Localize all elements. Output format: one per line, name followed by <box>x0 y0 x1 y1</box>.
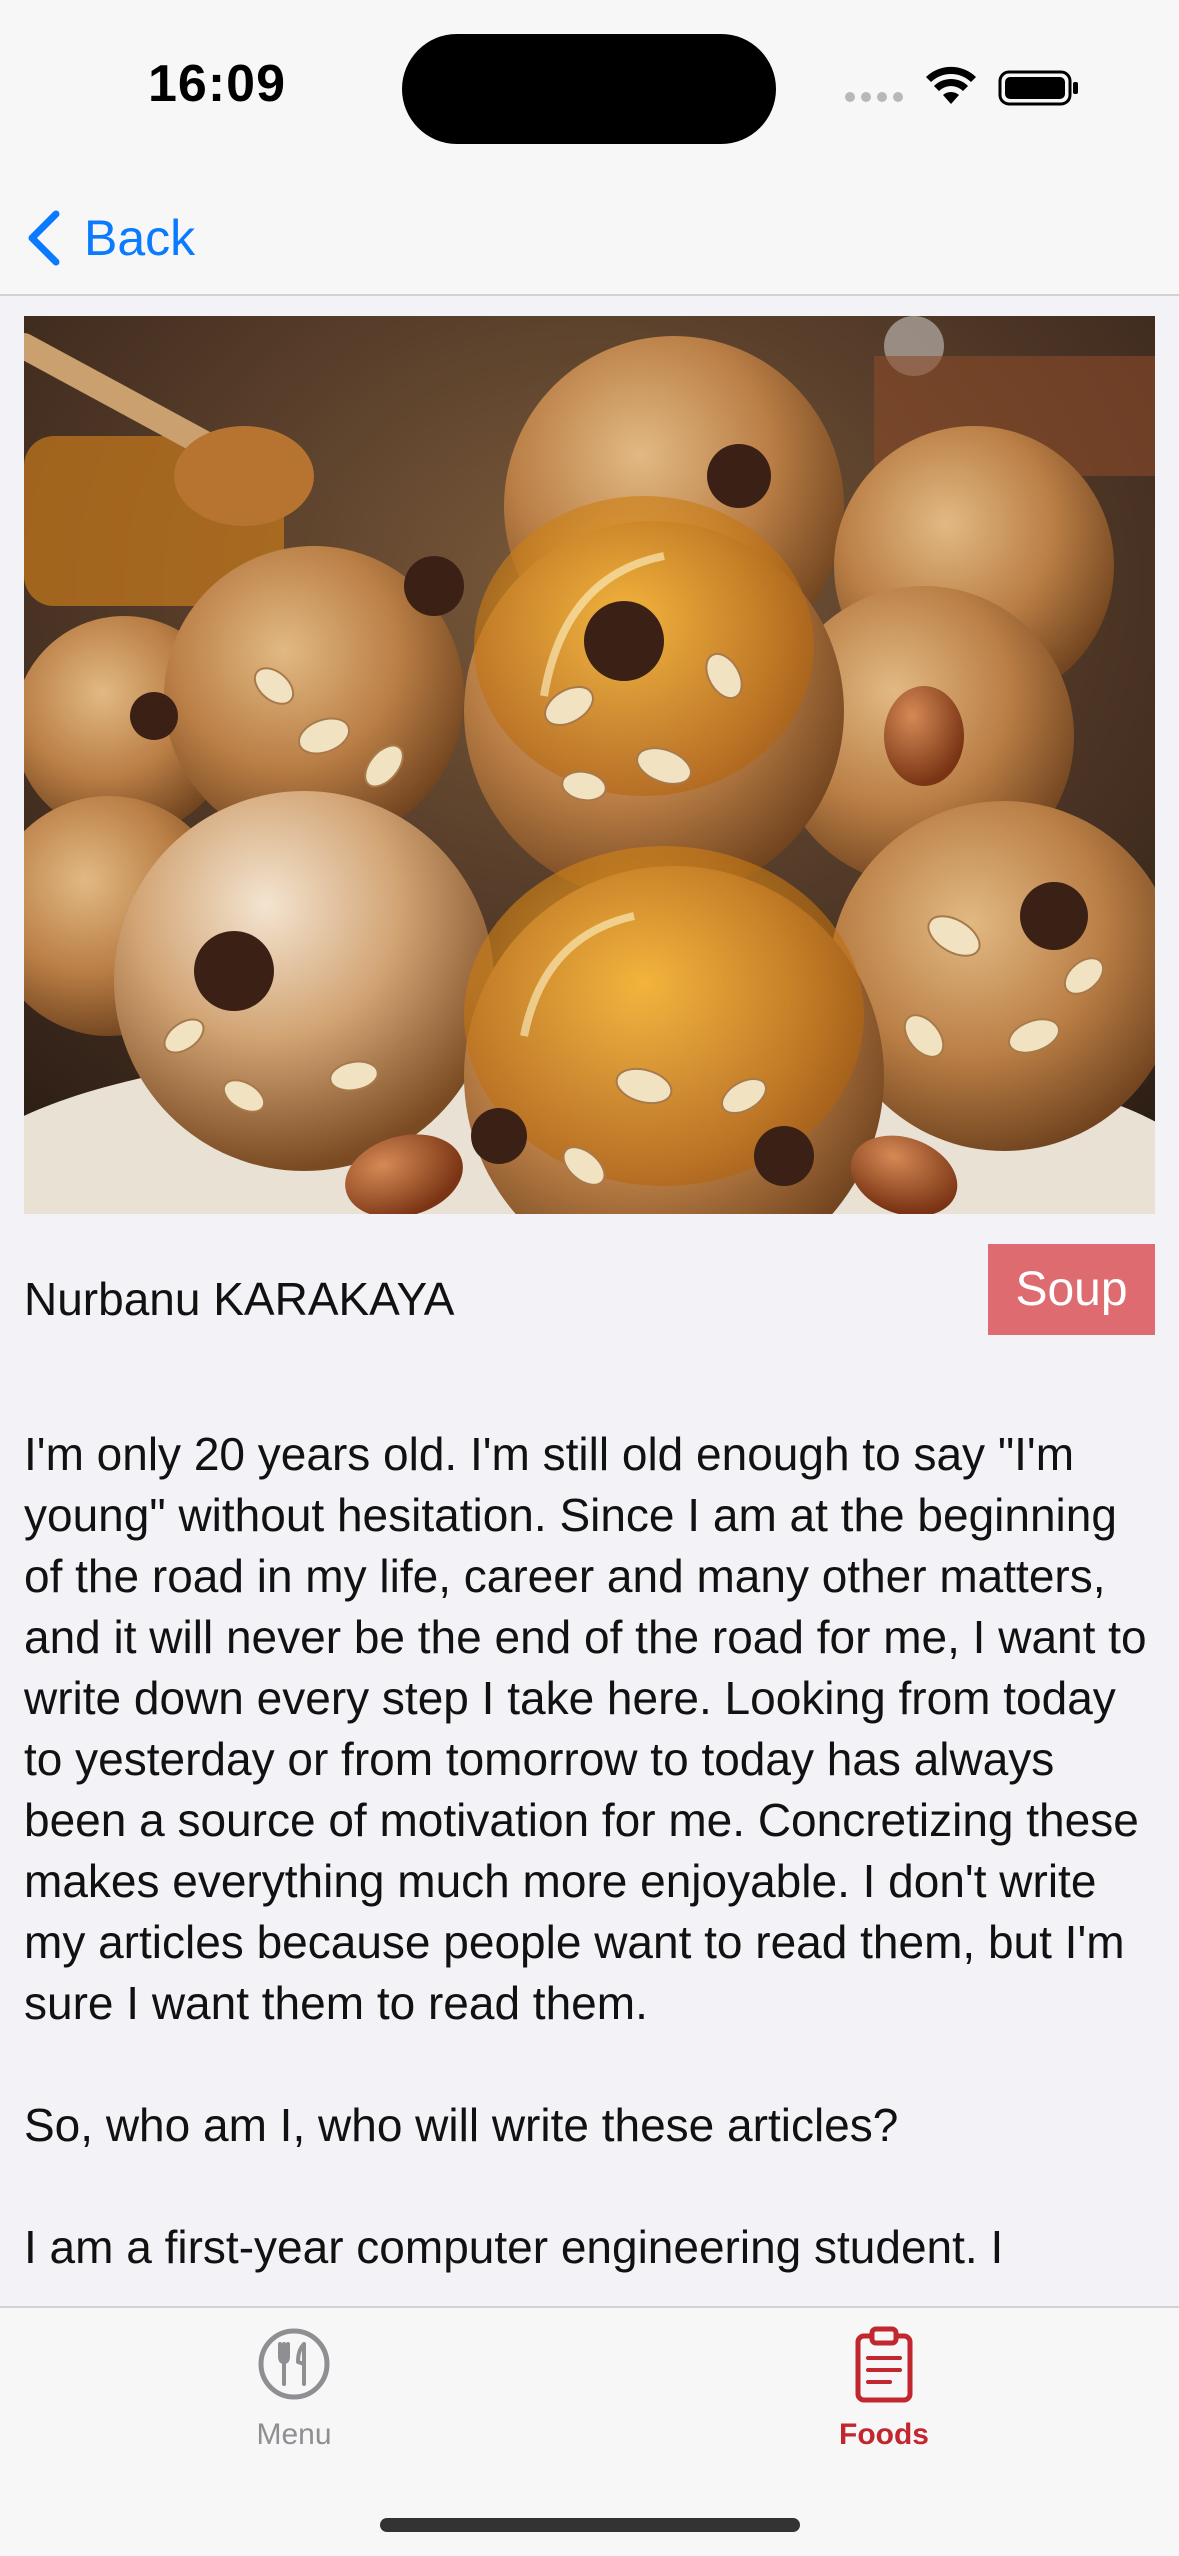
article-paragraph: So, who am I, who will write these artic… <box>24 2099 899 2151</box>
tab-menu[interactable]: Menu <box>194 2324 394 2452</box>
clipboard-list-icon <box>855 2326 913 2403</box>
article-paragraph: I am a first-year computer engineering s… <box>24 2221 1004 2273</box>
home-indicator[interactable] <box>380 2518 800 2532</box>
chevron-left-icon <box>28 210 60 266</box>
author-name: Nurbanu KARAKAYA <box>24 1273 455 1325</box>
status-bar: 16:09 <box>0 0 1179 180</box>
article-body: I'm only 20 years old. I'm still old eno… <box>24 1424 1154 2339</box>
status-time: 16:09 <box>148 55 286 113</box>
article-paragraph: I'm only 20 years old. I'm still old eno… <box>24 1428 1147 2029</box>
back-button[interactable]: Back <box>24 198 195 278</box>
dynamic-island <box>402 34 776 144</box>
battery-icon <box>998 70 1078 106</box>
back-label: Back <box>84 210 196 266</box>
navigation-bar: Back <box>0 180 1179 296</box>
tab-foods[interactable]: Foods <box>784 2324 984 2452</box>
cellular-signal-icon <box>845 92 905 106</box>
screen: 16:09 Back Nurbanu KARAKAYA Soup I'm onl… <box>0 0 1179 2556</box>
recipe-photo <box>24 316 1155 1214</box>
category-badge: Soup <box>988 1244 1155 1335</box>
fork-knife-icon <box>258 2328 330 2400</box>
wifi-icon <box>926 66 976 104</box>
tab-menu-label: Menu <box>256 2418 332 2451</box>
tab-foods-label: Foods <box>839 2418 929 2451</box>
